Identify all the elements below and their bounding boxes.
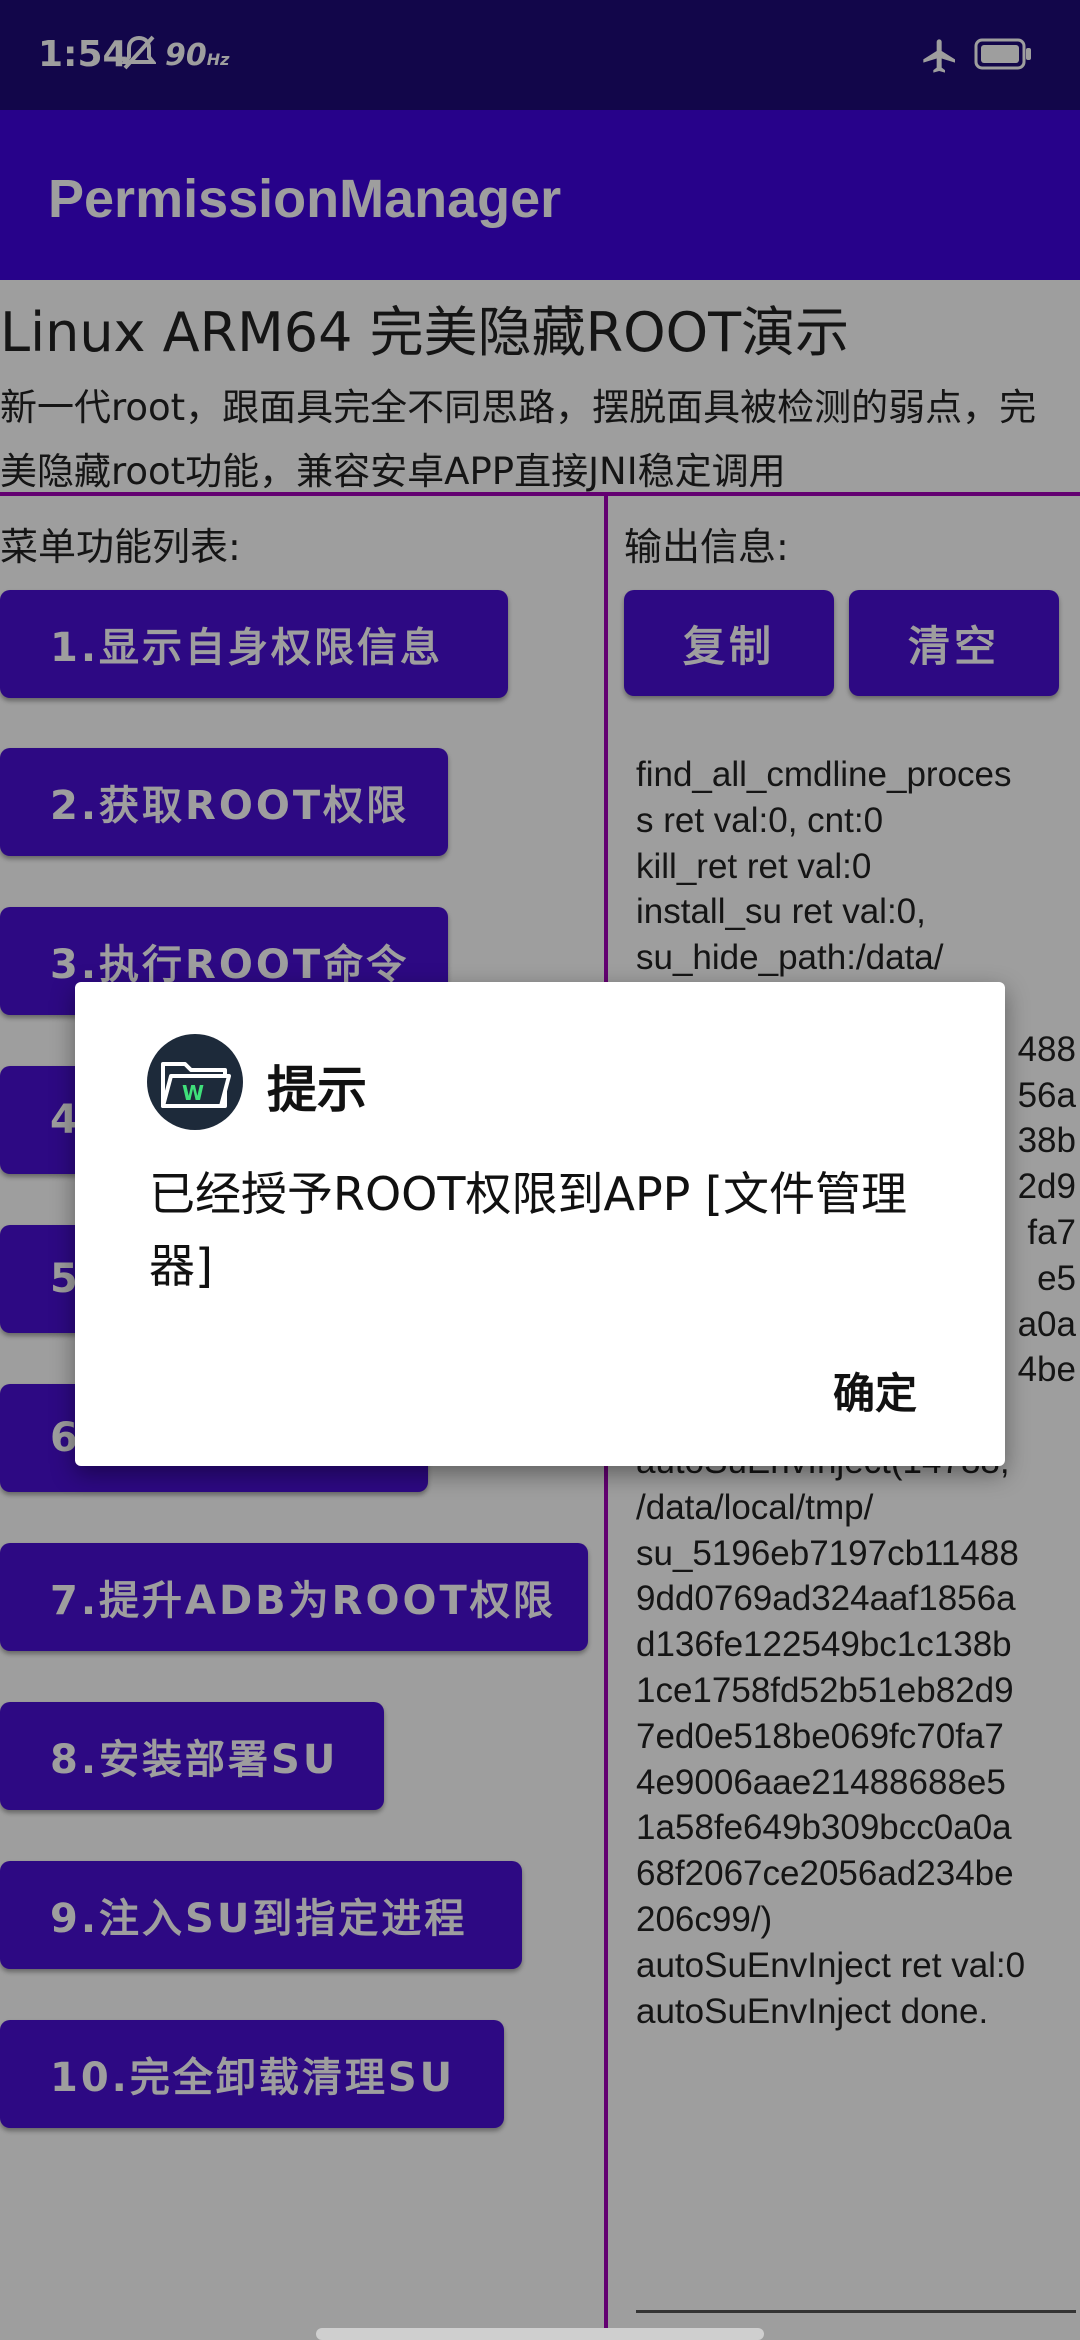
navigation-handle[interactable] (316, 2328, 764, 2340)
dialog-message: 已经授予ROOT权限到APP [文件管理器] (149, 1167, 907, 1293)
alert-dialog: W 提示 已经授予ROOT权限到APP [文件管理器] 确定 (75, 982, 1005, 1466)
file-manager-app-icon: W (147, 1034, 243, 1130)
ok-button[interactable]: 确定 (833, 1352, 917, 1429)
dialog-title: 提示 (267, 1061, 367, 1119)
svg-text:W: W (182, 1081, 204, 1105)
